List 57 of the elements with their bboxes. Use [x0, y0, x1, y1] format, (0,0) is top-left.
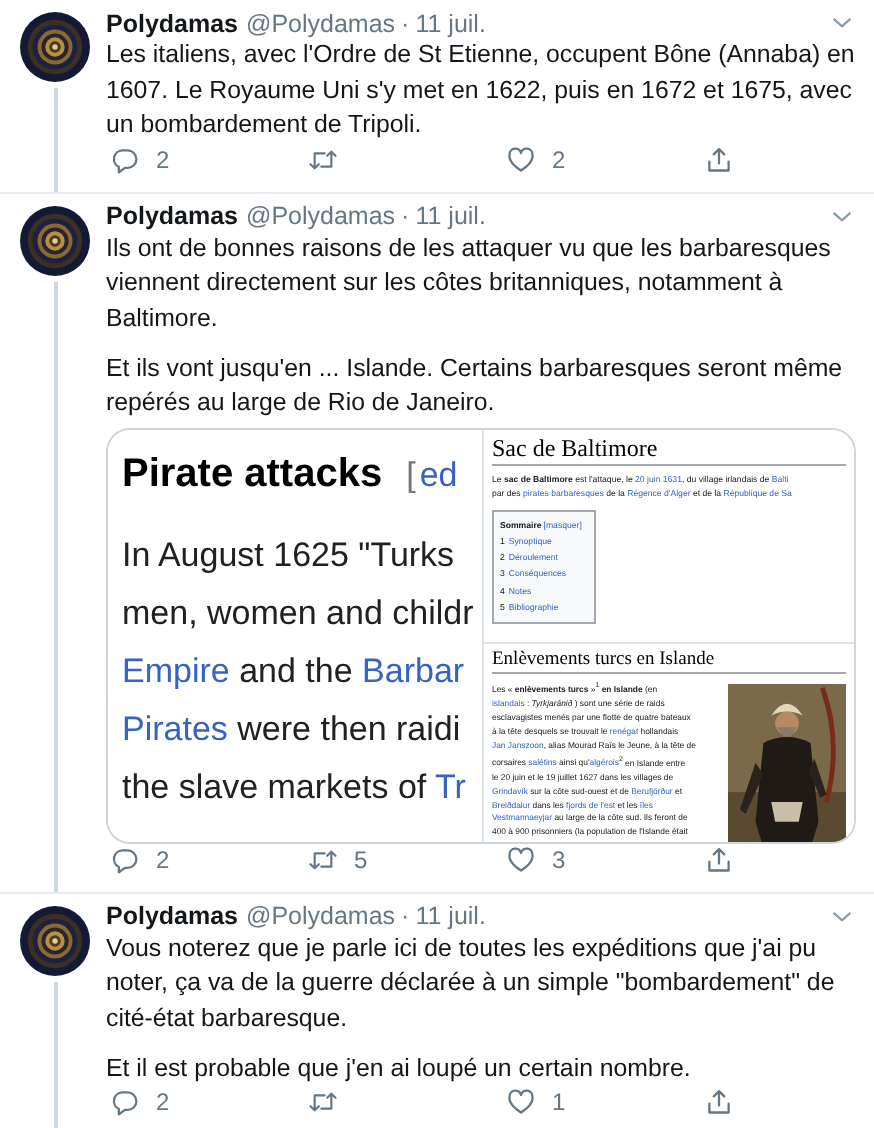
share-icon: [704, 1088, 734, 1116]
media-card[interactable]: [106, 427, 856, 843]
retweet-button[interactable]: 5: [304, 845, 368, 873]
author-name[interactable]: Polydamas: [106, 902, 239, 930]
chevron-down-icon[interactable]: [832, 909, 852, 923]
separator-dot: ·: [401, 902, 410, 930]
speech-bubble-icon: [110, 145, 140, 173]
tweet-date[interactable]: 11 juil.: [415, 202, 486, 230]
paragraph-line: Pirates were then raidi: [122, 707, 463, 751]
retweet-button[interactable]: [304, 145, 338, 173]
author-handle: @Polydamas: [246, 902, 396, 930]
speech-bubble-icon: [110, 845, 140, 873]
like-button[interactable]: 2: [502, 145, 566, 173]
chevron-down-icon[interactable]: [832, 209, 852, 223]
like-button[interactable]: 3: [502, 845, 566, 873]
link[interactable]: Barbar: [362, 651, 465, 689]
reply-button[interactable]: 2: [106, 845, 170, 873]
heart-icon: [506, 845, 536, 873]
thread-line: [53, 88, 57, 191]
tweet-date[interactable]: 11 juil.: [415, 9, 486, 37]
retweet-button[interactable]: [304, 1088, 338, 1116]
share-icon: [704, 845, 734, 873]
like-button[interactable]: 1: [502, 1088, 566, 1116]
heart-icon: [506, 1088, 536, 1116]
paragraph-line: Empire and the Barbar: [122, 649, 467, 693]
tweet-text: Ils ont de bonnes raisons de les attaquer vu que les barbaresques viennent directement sur les côtes britanniques, notamment à Baltimore.: [106, 231, 833, 335]
tweet-text: Et il est probable que j'en ai loupé un certain nombre.: [106, 1051, 693, 1086]
link[interactable]: Tr: [435, 767, 466, 805]
retweet-icon: [308, 1088, 338, 1116]
paragraph-line: men, women and childr: [122, 591, 476, 635]
tweet-text: Vous noterez que je parle ici de toutes les expéditions que j'ai pu noter, ça va de la guerre déclarée à un simple "bombardement" de cité-état barbaresque.: [106, 931, 837, 1036]
article-title: Enlèvements turcs en Islande: [492, 647, 846, 673]
reply-button[interactable]: 2: [106, 145, 170, 173]
paragraph-line: In August 1625 "Turks: [122, 533, 457, 577]
tweet-text: Et ils vont jusqu'en ... Islande. Certains barbaresques seront même repérés au large de Rio de Janeiro.: [106, 351, 845, 420]
bracket: [: [406, 453, 416, 497]
link[interactable]: Pirates: [122, 709, 228, 747]
paragraph-line: the slave markets of Tr: [122, 765, 468, 809]
share-icon: [704, 145, 734, 173]
retweet-icon: [308, 145, 338, 173]
article-title: Sac de Baltimore: [492, 433, 846, 465]
author-handle: @Polydamas: [246, 202, 396, 230]
author-name[interactable]: Polydamas: [106, 9, 239, 37]
chevron-down-icon[interactable]: [832, 16, 852, 30]
retweet-icon: [308, 845, 338, 873]
author-handle: @Polydamas: [246, 9, 396, 37]
tweet-date[interactable]: 11 juil.: [415, 902, 486, 930]
reply-button[interactable]: 2: [106, 1088, 170, 1116]
separator-dot: ·: [401, 202, 410, 230]
author-name[interactable]: Polydamas: [106, 202, 239, 230]
section-heading: Pirate attacks: [122, 449, 383, 499]
tweet-text: Les italiens, avec l'Ordre de St Etienne, occupent Bône (Annaba) en 1607. Le Royaume Uni s'y met en 1622, puis en 1672 et 1675, avec un bombardement de Tripoli.: [106, 38, 856, 142]
link[interactable]: Empire: [122, 651, 230, 689]
edit-link[interactable]: ed: [419, 449, 458, 501]
separator-dot: ·: [401, 9, 410, 37]
heart-icon: [506, 145, 536, 173]
speech-bubble-icon: [110, 1088, 140, 1116]
